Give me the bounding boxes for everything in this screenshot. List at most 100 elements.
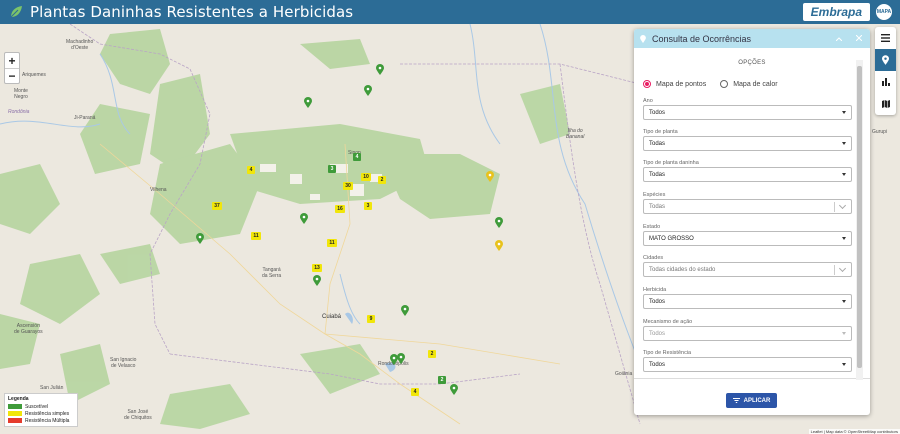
radio-points[interactable] <box>643 80 651 88</box>
occurrence-marker-icon[interactable] <box>450 384 458 395</box>
place-label: Ji-Paraná <box>74 115 96 121</box>
field-year: Ano Todos <box>643 98 852 120</box>
chevron-down-icon <box>838 201 847 210</box>
state-select[interactable]: MATO GROSSO <box>643 231 852 246</box>
zoom-out-button[interactable]: − <box>5 68 19 83</box>
occurrence-marker-icon[interactable] <box>376 64 384 75</box>
panel-scrollbar[interactable] <box>856 60 863 380</box>
select-separator <box>834 265 835 275</box>
year-select[interactable]: Todos <box>643 105 852 120</box>
caret-down-icon <box>842 111 846 114</box>
leaf-icon <box>10 6 22 18</box>
collapse-panel-button[interactable] <box>835 34 843 43</box>
species-select[interactable]: Todas <box>643 199 852 214</box>
place-label: Tangará da Serra <box>262 267 282 279</box>
resistance-type-select[interactable]: Todos <box>643 357 852 372</box>
occurrence-cluster[interactable]: 10 <box>361 173 371 181</box>
field-label: Estado <box>643 224 661 230</box>
occurrences-button[interactable] <box>875 49 896 71</box>
chevron-up-icon <box>835 37 843 42</box>
field-plant-type: Tipo de planta Todas <box>643 129 852 151</box>
occurrence-marker-icon[interactable] <box>313 275 321 286</box>
select-value: MATO GROSSO <box>649 235 694 242</box>
zoom-control: + − <box>4 52 20 84</box>
map-attribution[interactable]: Leaflet | Map data © OpenStreetMap contr… <box>808 429 900 434</box>
herbicide-select[interactable]: Todos <box>643 294 852 309</box>
occurrence-marker-icon[interactable] <box>304 97 312 108</box>
menu-button[interactable] <box>875 27 896 49</box>
legend-item: Resistência Múltipla <box>8 417 74 424</box>
field-herbicide: Herbicida Todos <box>643 287 852 309</box>
occurrence-marker-icon[interactable] <box>397 353 405 364</box>
app-title: Plantas Daninhas Resistentes a Herbicida… <box>30 3 354 21</box>
place-label: Machadinho d'Oeste <box>66 39 94 51</box>
occurrence-marker-icon[interactable] <box>300 213 308 224</box>
occurrence-marker-icon[interactable] <box>401 305 409 316</box>
occurrence-cluster[interactable]: 30 <box>343 182 353 190</box>
occurrence-cluster[interactable]: 16 <box>335 205 345 213</box>
occurrence-marker-icon[interactable] <box>495 217 503 228</box>
occurrence-cluster[interactable]: 3 <box>364 202 372 210</box>
occurrence-cluster[interactable]: 3 <box>328 165 336 173</box>
filter-icon <box>732 398 740 403</box>
mechanism-select[interactable]: Todos <box>643 326 852 341</box>
field-label: Tipo de Resistência <box>643 350 692 356</box>
radio-heat[interactable] <box>720 80 729 88</box>
map-icon <box>881 100 890 108</box>
caret-down-icon <box>842 300 846 303</box>
select-value: Todas <box>649 171 666 178</box>
place-label: San Ignacio de Velasco <box>110 357 137 369</box>
place-label: Cuiabá <box>322 314 342 320</box>
map-marker-icon <box>640 34 646 43</box>
hamburger-icon <box>881 34 890 42</box>
close-icon <box>855 34 863 42</box>
occurrence-cluster[interactable]: 9 <box>367 315 375 323</box>
cities-select[interactable]: Todas cidades do estado <box>643 262 852 277</box>
occurrence-marker-icon[interactable] <box>495 240 503 251</box>
occurrence-cluster[interactable]: 4 <box>411 388 419 396</box>
occurrence-cluster[interactable]: 2 <box>378 176 386 184</box>
occurrence-cluster[interactable]: 11 <box>327 239 337 247</box>
query-panel: Consulta de Ocorrências OPÇÕES Mapa de p… <box>634 29 870 415</box>
occurrence-cluster[interactable]: 13 <box>312 264 322 272</box>
weed-type-select[interactable]: Todas <box>643 167 852 182</box>
select-value: Todas cidades do estado <box>649 266 716 273</box>
charts-button[interactable] <box>875 71 896 93</box>
legend-swatch <box>8 418 22 423</box>
layers-button[interactable] <box>875 93 896 115</box>
field-mechanism: Mecanismo de ação Todos <box>643 319 852 341</box>
apply-button[interactable]: APLICAR <box>726 393 777 408</box>
legend-swatch <box>8 404 22 409</box>
close-panel-button[interactable] <box>855 34 863 43</box>
occurrence-marker-icon[interactable] <box>196 233 204 244</box>
caret-down-icon <box>842 332 846 335</box>
occurrence-cluster[interactable]: 4 <box>247 166 255 174</box>
government-logo: MAPA <box>874 2 894 22</box>
occurrence-cluster[interactable]: 37 <box>212 202 222 210</box>
select-value: Todos <box>649 330 666 337</box>
place-label: Goiânia <box>615 371 633 377</box>
zoom-in-button[interactable]: + <box>5 53 19 68</box>
legend-item: Resistência simples <box>8 410 74 417</box>
occurrence-cluster[interactable]: 4 <box>353 153 361 161</box>
bar-chart-icon <box>881 78 890 86</box>
plant-type-select[interactable]: Todas <box>643 136 852 151</box>
occurrence-cluster[interactable]: 2 <box>438 376 446 384</box>
scrollbar-thumb[interactable] <box>857 66 862 368</box>
occurrence-marker-icon[interactable] <box>364 85 372 96</box>
field-cities: Cidades Todas cidades do estado <box>643 255 852 277</box>
occurrence-cluster[interactable]: 2 <box>428 350 436 358</box>
legend-item: Suscetível <box>8 403 74 410</box>
radio-heat-label[interactable]: Mapa de calor <box>733 81 777 88</box>
apply-label: APLICAR <box>743 397 771 404</box>
caret-down-icon <box>842 142 846 145</box>
field-resistance-type: Tipo de Resistência Todos <box>643 350 852 372</box>
occurrence-cluster[interactable]: 11 <box>251 232 261 240</box>
field-weed-type: Tipo de planta daninha Todas <box>643 160 852 182</box>
radio-points-label[interactable]: Mapa de pontos <box>656 81 706 88</box>
occurrence-marker-icon[interactable] <box>486 171 494 182</box>
map-type-radio-group: Mapa de pontos Mapa de calor <box>643 80 870 88</box>
legend-title: Legenda <box>8 396 29 402</box>
select-value: Todos <box>649 361 666 368</box>
caret-down-icon <box>842 237 846 240</box>
